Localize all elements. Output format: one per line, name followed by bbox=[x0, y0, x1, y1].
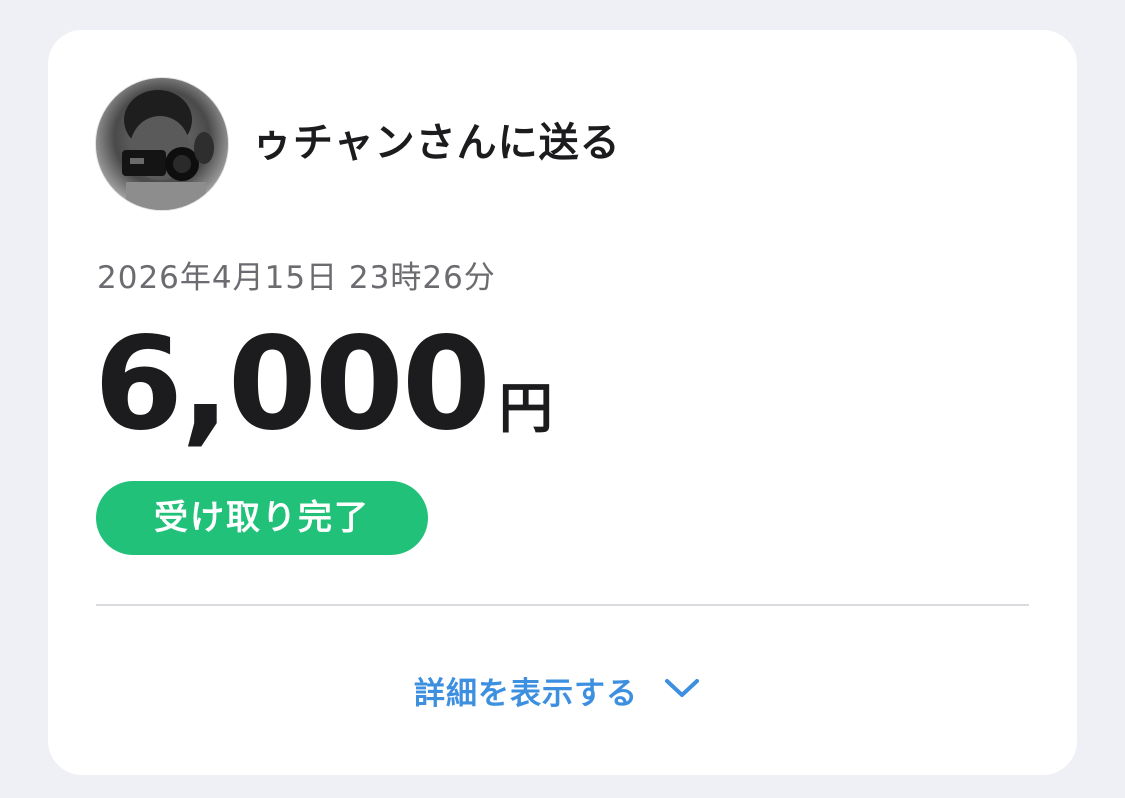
avatar[interactable] bbox=[96, 78, 228, 210]
show-details-label: 詳細を表示する bbox=[414, 675, 638, 712]
divider bbox=[96, 604, 1029, 606]
recipient-title: ゥチャンさんに送る bbox=[252, 120, 621, 166]
transfer-datetime: 2026年4月15日 23時26分 bbox=[97, 260, 496, 296]
status-badge: 受け取り完了 bbox=[96, 481, 428, 555]
currency-unit: 円 bbox=[498, 377, 553, 440]
transfer-card: ゥチャンさんに送る 2026年4月15日 23時26分 6,000 円 受け取り完… bbox=[48, 30, 1077, 775]
show-details-button[interactable]: 詳細を表示する bbox=[414, 662, 700, 718]
chevron-down-icon bbox=[664, 677, 700, 703]
amount-row: 6,000 円 bbox=[94, 320, 553, 450]
transfer-amount: 6,000 bbox=[94, 310, 491, 459]
